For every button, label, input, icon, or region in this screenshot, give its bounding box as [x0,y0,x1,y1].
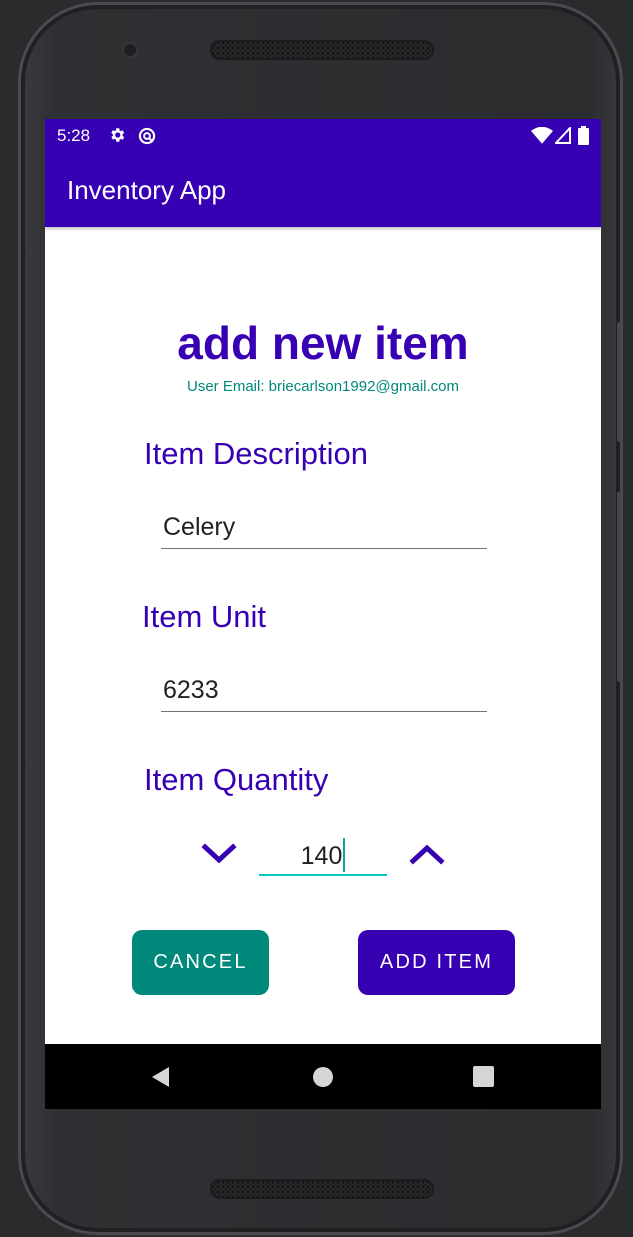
status-time: 5:28 [57,126,91,145]
quantity-value: 140 [300,842,343,870]
navigation-bar [45,1044,601,1109]
chevron-down-icon[interactable] [201,843,237,865]
volume-button [617,322,621,442]
unit-label: Item Unit [142,599,267,634]
cancel-button[interactable]: CANCEL [132,930,269,995]
settings-icon [111,128,125,142]
description-label: Item Description [144,436,368,471]
description-input[interactable]: Celery [161,513,487,549]
power-button [617,492,621,682]
unit-input[interactable]: 6233 [161,676,487,712]
app-title: Inventory App [67,175,226,205]
page-title: add new item [177,317,469,369]
battery-icon [578,126,589,145]
front-camera [122,42,138,58]
back-icon[interactable] [150,1066,172,1088]
app-bar: Inventory App [45,152,601,227]
add-item-button[interactable]: ADD ITEM [358,930,515,995]
status-bar: 5:28 [45,119,601,152]
sync-icon [138,127,156,145]
bottom-speaker [210,1179,434,1199]
text-cursor [343,838,346,872]
home-icon[interactable] [312,1066,334,1088]
recents-icon[interactable] [473,1066,494,1087]
quantity-input[interactable]: 140 [259,838,387,876]
wifi-icon [531,127,553,144]
earpiece-speaker [210,40,434,60]
signal-icon [555,127,571,144]
quantity-label: Item Quantity [144,762,329,797]
user-email: User Email: briecarlson1992@gmail.com [187,378,459,395]
chevron-up-icon[interactable] [409,843,445,865]
screen: 5:28 Inventory App add new item User Ema… [45,119,601,1109]
